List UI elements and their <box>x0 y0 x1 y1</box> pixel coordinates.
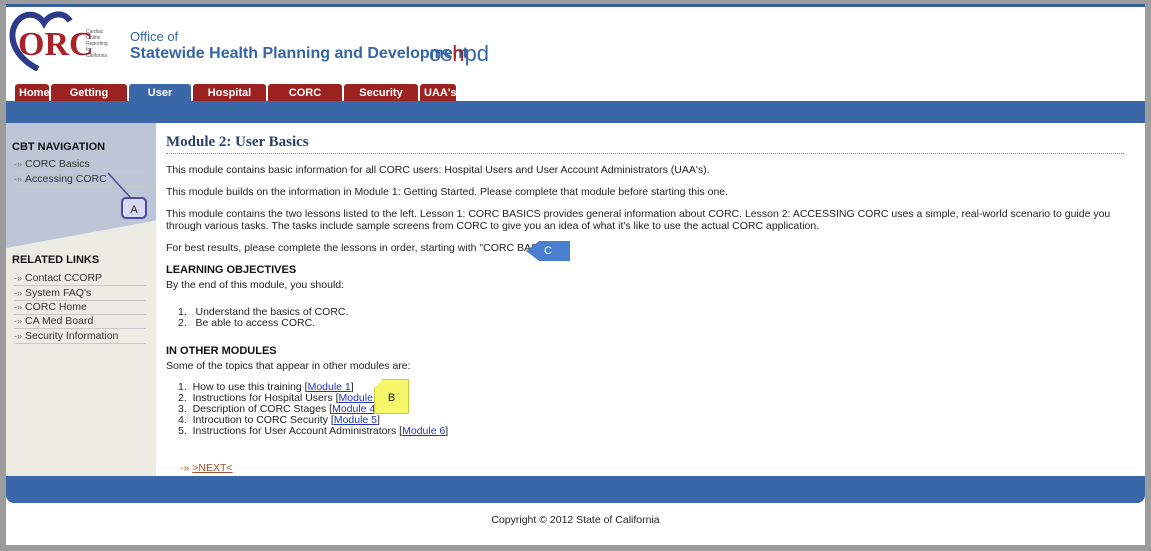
link-label: CA Med Board <box>25 315 94 327</box>
arrow-icon: -» <box>14 302 23 312</box>
svg-text:ORC: ORC <box>18 26 94 63</box>
page: ORC Cardiac Online Reporting for California… <box>6 4 1145 545</box>
objectives-intro: By the end of this module, you should: <box>166 279 345 291</box>
callout-a: A <box>121 197 147 219</box>
nav-label: Accessing CORC <box>25 173 107 185</box>
oshpd-logo: oshpd <box>429 41 489 66</box>
objective-item: 2. Be able to access CORC. <box>178 317 316 329</box>
nav-label: CORC Basics <box>25 158 90 170</box>
objectives-heading: LEARNING OBJECTIVES <box>166 264 297 276</box>
arrow-icon: -» <box>14 273 23 283</box>
module-text: 5. Instructions for User Account Adminis… <box>178 425 400 437</box>
objective-item: 1. Understand the basics of CORC. <box>178 306 349 318</box>
nav-item-corc-basics[interactable]: -» CORC Basics <box>14 158 146 172</box>
header-bar <box>6 101 1145 123</box>
intro-paragraph-3: This module contains the two lessons lis… <box>166 208 1111 232</box>
corc-logo: ORC CardiacOnline ReportingforCalifornia <box>9 11 108 71</box>
office-line2: Statewide Health Planning and Developmen… <box>130 45 468 62</box>
office-line1: Office of <box>130 29 179 44</box>
related-links-heading: RELATED LINKS <box>12 254 100 266</box>
intro-paragraph-4: For best results, please complete the le… <box>166 242 563 254</box>
next-link-wrap: -» >NEXT< <box>180 462 233 474</box>
link-label: System FAQ's <box>25 287 92 299</box>
module-6-link[interactable]: Module 6 <box>402 425 445 437</box>
link-corc-home[interactable]: -» CORC Home <box>14 301 146 315</box>
other-modules-intro: Some of the topics that appear in other … <box>166 360 411 372</box>
svg-text:California: California <box>86 53 107 59</box>
other-modules-heading: IN OTHER MODULES <box>166 345 277 357</box>
intro-paragraph-2: This module builds on the information in… <box>166 186 729 198</box>
callout-a-pointer <box>107 172 131 198</box>
office-title: Office of Statewide Health Planning and … <box>130 29 468 63</box>
footer-bar <box>6 476 1145 503</box>
module-item: 5. Instructions for User Account Adminis… <box>178 425 449 437</box>
arrow-icon: -» <box>14 174 23 184</box>
next-link[interactable]: >NEXT< <box>192 462 232 474</box>
callout-b-sticky-note: B <box>374 379 409 414</box>
main-content: Module 2: User Basics This module contai… <box>166 127 1126 437</box>
objectives-list: 1. Understand the basics of CORC. 2. Be … <box>178 307 1126 329</box>
other-modules-list: 1. How to use this training [Module 1] 2… <box>178 382 1126 437</box>
arrow-icon: -» <box>180 462 193 474</box>
intro-paragraph-1: This module contains basic information f… <box>166 164 710 176</box>
page-title: Module 2: User Basics <box>166 134 1124 154</box>
arrow-icon: -» <box>14 331 23 341</box>
copyright: Copyright © 2012 State of California <box>491 514 660 526</box>
link-contact-ccorp[interactable]: -» Contact CCORP <box>14 272 146 286</box>
link-ca-med-board[interactable]: -» CA Med Board <box>14 315 146 329</box>
link-system-faqs[interactable]: -» System FAQ's <box>14 287 146 301</box>
link-security-information[interactable]: -» Security Information <box>14 330 146 344</box>
link-label: CORC Home <box>25 301 87 313</box>
cbt-navigation-heading: CBT NAVIGATION <box>12 141 106 153</box>
arrow-icon: -» <box>14 316 23 326</box>
link-label: Contact CCORP <box>25 272 103 284</box>
arrow-icon: -» <box>14 159 23 169</box>
arrow-icon: -» <box>14 288 23 298</box>
link-label: Security Information <box>25 330 119 342</box>
